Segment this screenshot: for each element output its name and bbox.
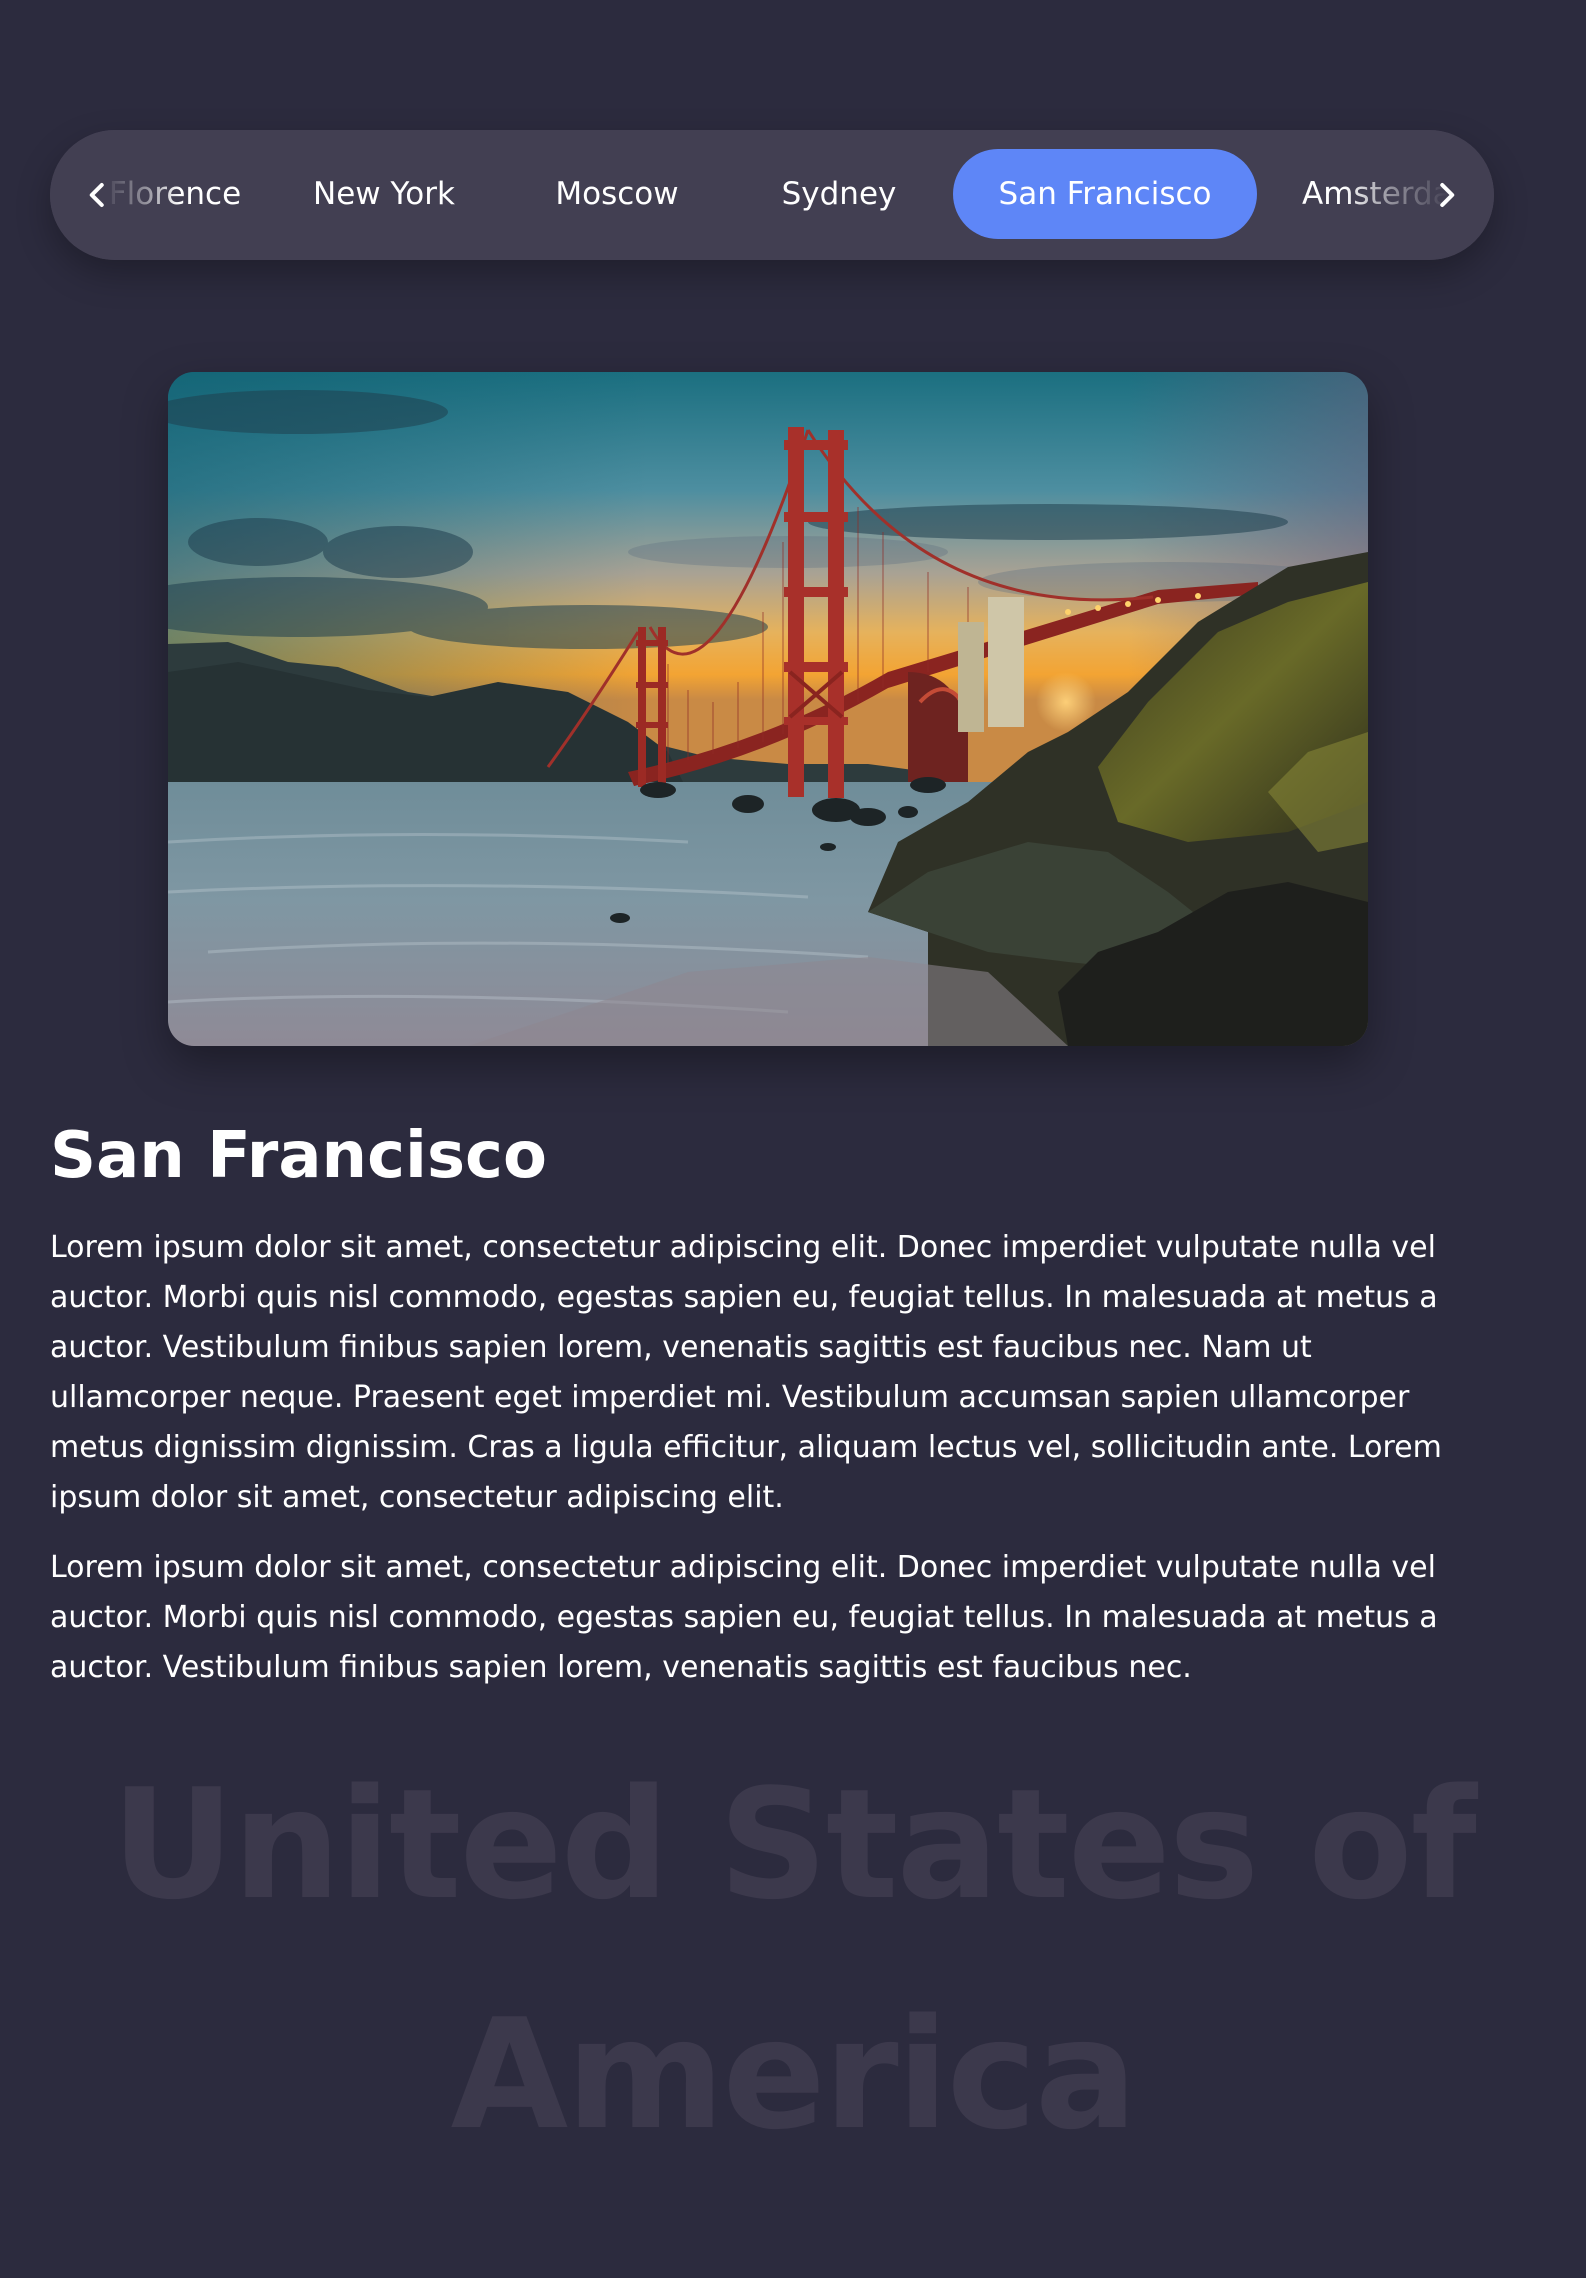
tab-san-francisco[interactable]: San Francisco	[953, 149, 1257, 239]
country-watermark-line-1: United States of	[111, 1756, 1477, 1933]
golden-gate-bridge-photo	[168, 372, 1368, 1046]
chevron-right-icon	[1440, 183, 1455, 207]
city-tab-bar: Florence New York Moscow Sydney San Fran…	[50, 130, 1494, 260]
country-watermark: United States of America	[0, 1730, 1586, 2190]
country-watermark-line-2: America	[450, 1986, 1138, 2163]
city-description-paragraph-2: Lorem ipsum dolor sit amet, consectetur …	[50, 1550, 1438, 1685]
city-hero-image	[168, 372, 1368, 1046]
tab-sydney[interactable]: Sydney	[760, 149, 918, 239]
next-tab-button[interactable]	[1414, 163, 1478, 227]
tab-new-york[interactable]: New York	[286, 149, 482, 239]
prev-tab-button[interactable]	[66, 163, 130, 227]
tab-moscow[interactable]: Moscow	[532, 149, 702, 239]
chevron-left-icon	[89, 183, 104, 207]
city-title: San Francisco	[50, 1119, 547, 1193]
city-description-paragraph-1: Lorem ipsum dolor sit amet, consectetur …	[50, 1230, 1442, 1515]
